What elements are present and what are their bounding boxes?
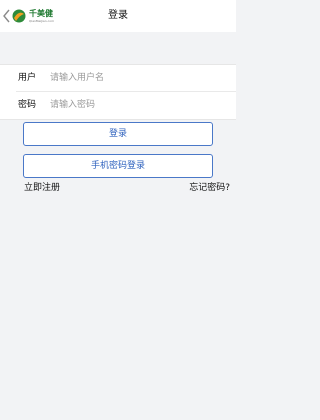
page-title: 登录 xyxy=(108,10,128,21)
login-form: 用户 密码 xyxy=(0,64,236,120)
phone-password-login-button[interactable]: 手机密码登录 xyxy=(23,154,213,178)
password-label: 密码 xyxy=(18,100,37,110)
register-link[interactable]: 立即注册 xyxy=(24,182,60,194)
username-input[interactable] xyxy=(50,69,220,87)
password-input[interactable] xyxy=(50,96,220,114)
password-row: 密码 xyxy=(0,92,236,118)
username-label: 用户 xyxy=(18,73,37,83)
login-button[interactable]: 登录 xyxy=(23,122,213,146)
top-bar: 千美健 QianMeiJian.com 登录 xyxy=(0,0,236,32)
username-row: 用户 xyxy=(0,65,236,91)
forgot-password-link[interactable]: 忘记密码? xyxy=(189,182,230,194)
